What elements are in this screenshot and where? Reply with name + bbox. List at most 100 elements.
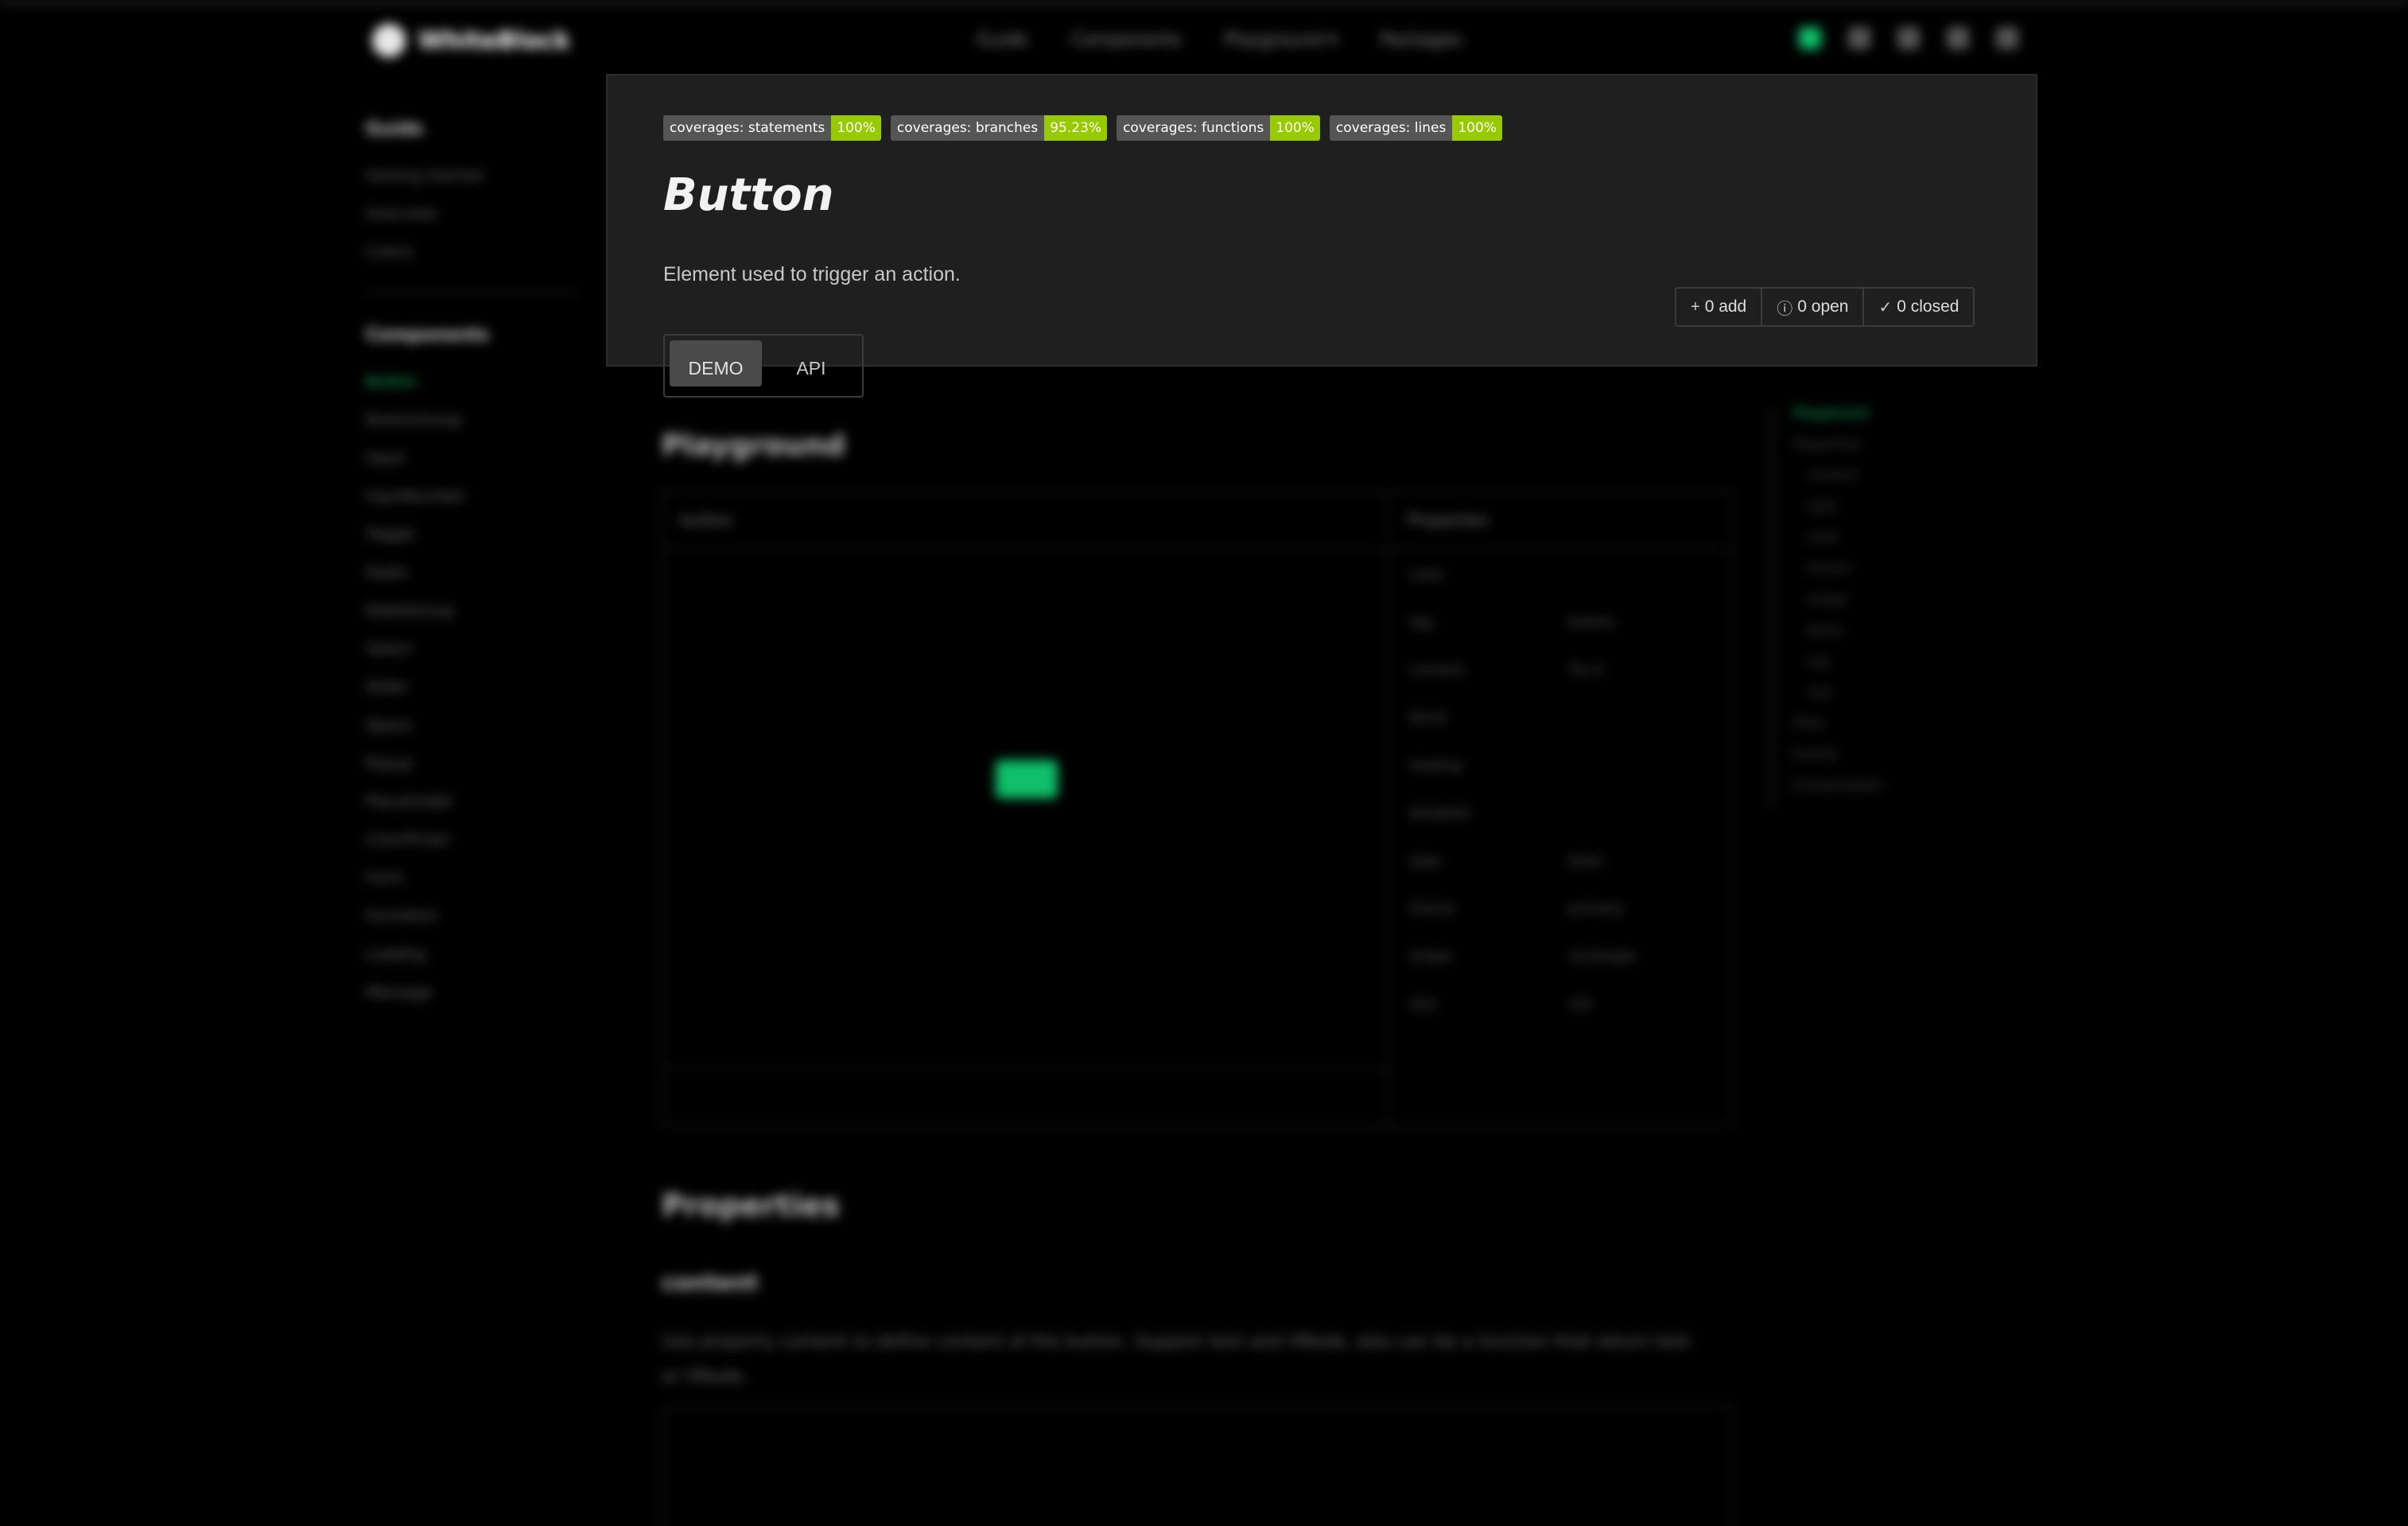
prop-value: primary [1568, 899, 1625, 917]
toc-item[interactable]: Playground [1792, 406, 1929, 437]
open-issues-label: 0 open [1797, 297, 1849, 316]
prop-name: loading [1409, 756, 1462, 774]
prop-value: Try it [1568, 661, 1604, 678]
sidebar: Guide Getting Started Overview Colors Co… [366, 119, 588, 1012]
toc-item[interactable]: content [1792, 468, 1929, 499]
prop-row[interactable]: type base [1390, 837, 1732, 884]
badge-label: coverages: lines [1329, 115, 1453, 141]
code-example-box [662, 1406, 1734, 1526]
sidebar-item-message[interactable]: Message [366, 973, 588, 1012]
badge-value: 100% [831, 115, 881, 141]
toc-item[interactable]: Composables [1792, 778, 1929, 809]
prop-row[interactable]: size md [1390, 980, 1732, 1027]
toc-item[interactable]: size [1792, 685, 1929, 716]
sidebar-item-input[interactable]: Input [366, 439, 588, 477]
coverage-badge-branches: coverages: branches 95.23% [890, 115, 1108, 141]
prop-row[interactable]: theme primary [1390, 884, 1732, 932]
prop-name: size [1409, 995, 1437, 1012]
prop-row[interactable]: disabled [1390, 789, 1732, 837]
tab-demo[interactable]: DEMO [670, 340, 762, 386]
open-issues-button[interactable]: ⓘ 0 open [1761, 289, 1863, 325]
prop-row[interactable]: shape rectangle [1390, 932, 1732, 980]
flag-icon[interactable] [1799, 27, 1821, 49]
sidebar-item-colorpicker[interactable]: ColorPicker [366, 821, 588, 859]
prop-row[interactable]: content Try it [1390, 646, 1732, 693]
search-icon[interactable] [1848, 27, 1870, 49]
badge-label: coverages: statements [663, 115, 832, 141]
prop-value: rectangle [1568, 947, 1636, 965]
prop-name: disabled [1409, 804, 1470, 821]
demo-button[interactable] [996, 760, 1058, 798]
nav-guide[interactable]: Guide [977, 30, 1028, 50]
badge-value: 100% [1452, 115, 1502, 141]
prop-name: tag [1409, 613, 1433, 631]
sidebar-item-slider[interactable]: Slider [366, 668, 588, 706]
prop-row[interactable]: tag button [1390, 598, 1732, 646]
sidebar-item-select[interactable]: Select [366, 630, 588, 668]
prop-name: content [1409, 661, 1464, 678]
add-issue-button[interactable]: + 0 add [1676, 289, 1761, 325]
sidebar-item-loading[interactable]: Loading [366, 935, 588, 973]
content-description: Use property content to define content o… [662, 1332, 1690, 1387]
badge-value: 100% [1270, 115, 1320, 141]
sidebar-item-formitem[interactable]: FormItem [366, 897, 588, 935]
moon-icon[interactable] [1947, 27, 1969, 49]
toc-item[interactable]: color [1792, 530, 1929, 561]
github-icon[interactable] [1996, 27, 2018, 49]
prop-value: base [1568, 852, 1602, 869]
coverage-badge-lines: coverages: lines 100% [1329, 115, 1502, 141]
toc-item[interactable]: type [1792, 499, 1929, 530]
sidebar-item-radio[interactable]: Radio [366, 553, 588, 592]
nav-packages[interactable]: Packages [1381, 30, 1462, 50]
prop-value: md [1568, 995, 1591, 1012]
preview-footer [663, 1069, 1387, 1126]
issue-buttons: + 0 add ⓘ 0 open ✓ 0 closed [1675, 287, 1975, 327]
component-header-card: coverages: statements 100% coverages: br… [606, 74, 2037, 398]
sidebar-item-placeholder[interactable]: Placeholder [366, 782, 588, 821]
prop-name: theme [1409, 899, 1456, 917]
prop-name: shape [1409, 947, 1453, 965]
sidebar-item-form[interactable]: Form [366, 859, 588, 897]
nav-components[interactable]: Components [1071, 30, 1182, 50]
table-of-contents: Playground Properties content type color… [1770, 406, 1929, 809]
closed-issues-label: 0 closed [1897, 297, 1959, 316]
logo[interactable]: WhiteBlock [372, 24, 570, 57]
prop-row[interactable]: block [1390, 693, 1732, 741]
sidebar-item-toggle[interactable]: Toggle [366, 515, 588, 553]
sidebar-item-radiogroup[interactable]: RadioGroup [366, 592, 588, 630]
info-circle-icon: ⓘ [1777, 300, 1793, 318]
sidebar-item-colors[interactable]: Colors [366, 233, 588, 271]
toc-item[interactable]: Events [1792, 747, 1929, 778]
closed-issues-button[interactable]: ✓ 0 closed [1862, 289, 1974, 325]
playground-box: button Properties color tag button conten… [662, 490, 1734, 1128]
toc-item[interactable]: Slots [1792, 716, 1929, 747]
preview-pane: button [663, 491, 1388, 1126]
prop-row[interactable]: loading [1390, 741, 1732, 789]
badge-label: coverages: functions [1117, 115, 1271, 141]
playground-title: Playground [662, 429, 845, 462]
sidebar-item-overview[interactable]: Overview [366, 195, 588, 233]
nav-playground[interactable]: Playground ▾ [1225, 30, 1338, 50]
sidebar-item-space[interactable]: Space [366, 706, 588, 744]
toc-item[interactable]: Properties [1792, 437, 1929, 468]
toc-item[interactable]: theme [1792, 561, 1929, 592]
translate-icon[interactable] [1897, 27, 1920, 49]
toc-item[interactable]: block [1792, 623, 1929, 654]
sidebar-item-popup[interactable]: Popup [366, 744, 588, 782]
top-nav-bar: WhiteBlock Guide Components Playground ▾… [0, 0, 2408, 76]
prop-row[interactable]: color [1390, 550, 1732, 598]
sidebar-guide-title: Guide [366, 119, 423, 139]
tab-api[interactable]: API [765, 340, 857, 386]
sidebar-item-getting-started[interactable]: Getting Started [366, 157, 588, 195]
toc-item[interactable]: shape [1792, 592, 1929, 623]
badge-label: coverages: branches [890, 115, 1045, 141]
sidebar-item-button[interactable]: Button [366, 363, 588, 401]
prop-name: color [1409, 565, 1445, 583]
sidebar-item-inputnumber[interactable]: InputNumber [366, 477, 588, 515]
prop-value: button [1568, 613, 1616, 631]
coverage-badge-functions: coverages: functions 100% [1117, 115, 1320, 141]
toc-item[interactable]: tag [1792, 654, 1929, 685]
plus-icon: + [1691, 297, 1700, 316]
sidebar-item-buttongroup[interactable]: ButtonGroup [366, 401, 588, 439]
prop-name: type [1409, 852, 1442, 869]
